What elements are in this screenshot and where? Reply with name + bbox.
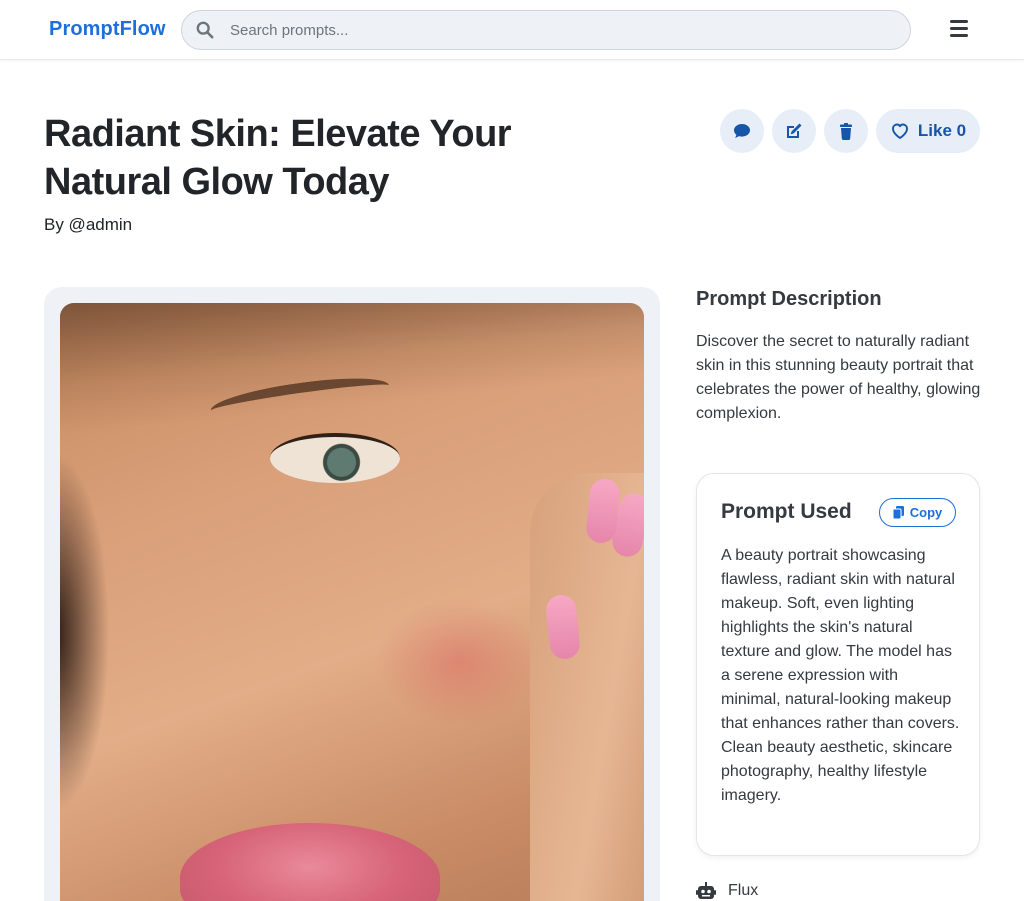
edit-icon [787, 123, 802, 138]
description-heading: Prompt Description [696, 288, 882, 310]
photo-shadow [60, 453, 110, 813]
author-byline[interactable]: By @admin [44, 215, 132, 235]
brand-logo[interactable]: PromptFlow [49, 18, 166, 41]
menu-icon-bar [950, 27, 968, 30]
generated-image[interactable] [60, 303, 644, 901]
robot-icon [696, 882, 716, 899]
search-input[interactable] [230, 21, 870, 39]
trash-icon [840, 123, 852, 140]
copy-label: Copy [909, 505, 943, 520]
prompt-card: Prompt Used Copy A beauty portrait showc… [696, 473, 980, 856]
menu-icon-bar [950, 20, 968, 23]
copy-button[interactable]: Copy [879, 498, 956, 527]
heart-icon [891, 123, 908, 139]
hamburger-menu-button[interactable] [946, 18, 972, 42]
photo-eye [270, 433, 400, 483]
page-title: Radiant Skin: Elevate Your Natural Glow … [44, 113, 512, 203]
search-bar[interactable] [181, 10, 911, 50]
menu-icon-bar [950, 34, 968, 37]
description-text: Discover the secret to naturally radiant… [696, 333, 981, 422]
prompt-text: A beauty portrait showcasing flawless, r… [721, 547, 960, 804]
photo-lips [180, 823, 440, 901]
delete-button[interactable] [824, 109, 868, 153]
comment-button[interactable] [720, 109, 764, 153]
copy-icon [892, 506, 904, 519]
top-navbar: PromptFlow [0, 0, 1024, 60]
model-info: Flux [696, 882, 758, 900]
comment-icon [734, 124, 750, 138]
search-icon [196, 21, 214, 39]
image-card [44, 287, 660, 901]
like-label: Like 0 [917, 121, 967, 140]
photo-hair [60, 303, 644, 440]
prompt-heading: Prompt Used [721, 500, 852, 523]
like-button[interactable]: Like 0 [876, 109, 980, 153]
edit-button[interactable] [772, 109, 816, 153]
model-name: Flux [728, 882, 759, 899]
